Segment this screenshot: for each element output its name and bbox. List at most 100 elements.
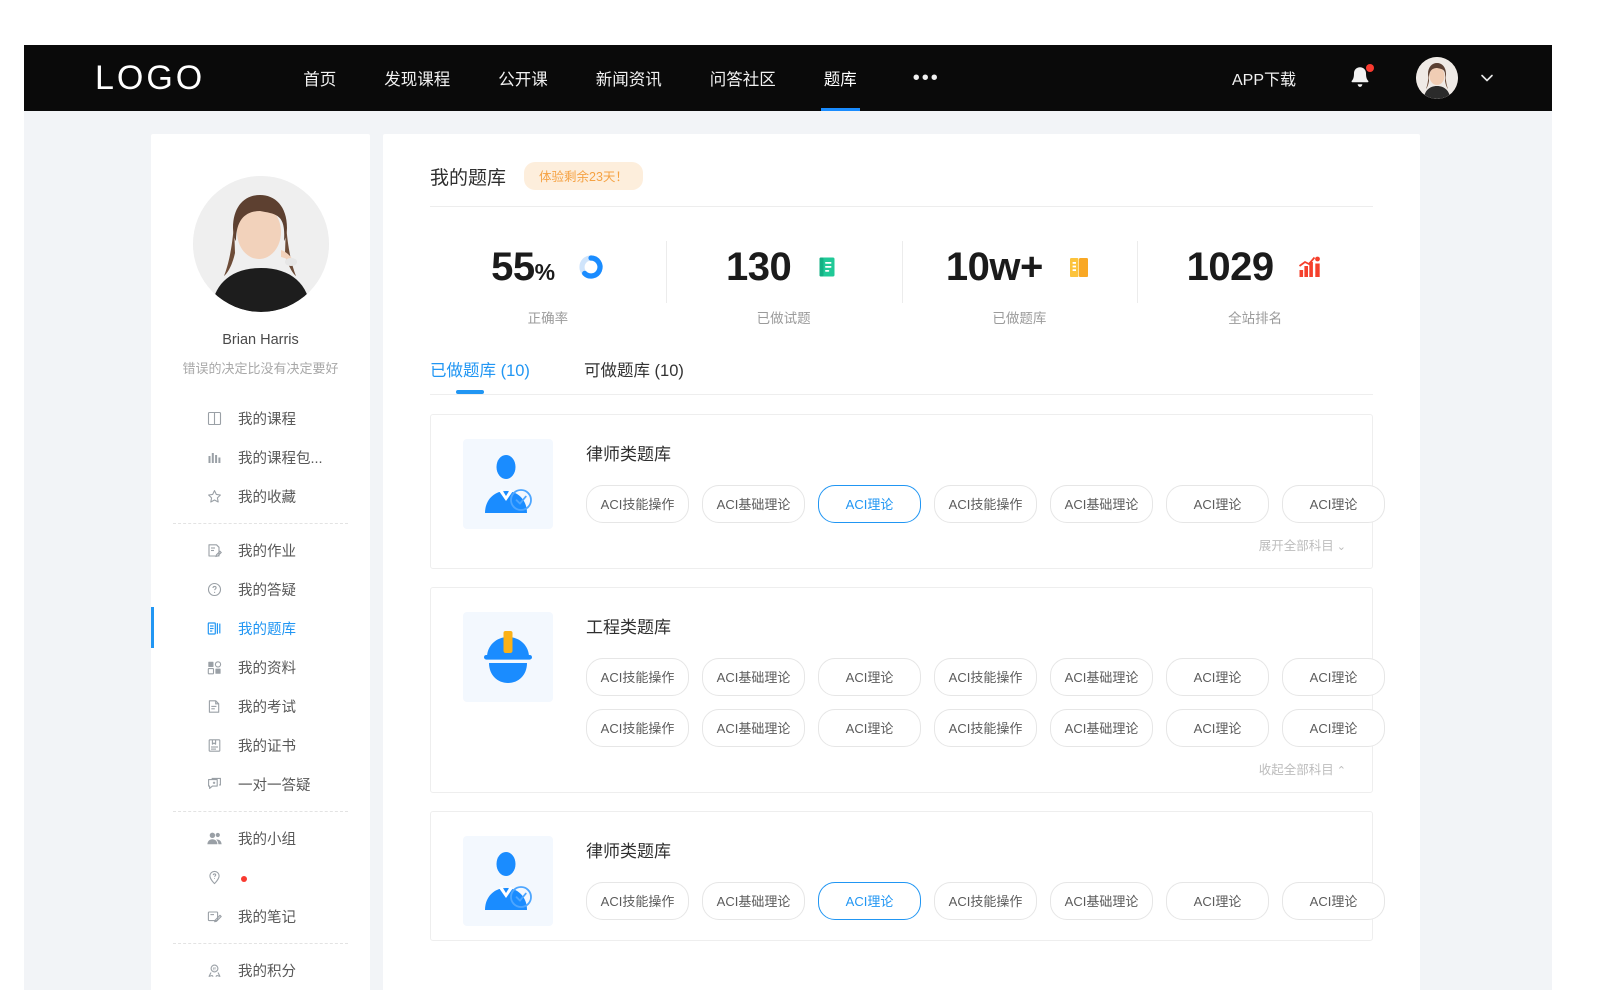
tab-1[interactable]: 已做题库 (10): [430, 357, 530, 394]
subject-tag[interactable]: ACI理论: [1282, 485, 1385, 523]
sidebar-item-6[interactable]: 我的题库: [151, 609, 370, 648]
book-icon: [206, 410, 223, 427]
site-logo[interactable]: LOGO: [95, 59, 205, 98]
nav-more-icon[interactable]: •••: [893, 67, 960, 90]
subject-tag[interactable]: ACI理论: [818, 658, 921, 696]
subject-tag[interactable]: ACI理论: [818, 709, 921, 747]
points-icon: 积: [206, 962, 223, 979]
bar-chart-icon: [206, 449, 223, 466]
sidebar-item-label: 我的收藏: [238, 486, 296, 507]
sidebar-item-13[interactable]: 我的笔记: [151, 897, 370, 936]
subject-tag[interactable]: ACI技能操作: [586, 658, 689, 696]
stat-value: 1029: [1187, 247, 1274, 287]
note-edit-icon: [206, 908, 223, 925]
sidebar-item-label: 我的考试: [238, 696, 296, 717]
files-icon: [206, 659, 223, 676]
subject-tag[interactable]: ACI技能操作: [934, 882, 1037, 920]
sidebar-item-2[interactable]: 我的课程包...: [151, 438, 370, 477]
subject-tag[interactable]: ACI基础理论: [702, 485, 805, 523]
sidebar-item-1[interactable]: 我的课程: [151, 399, 370, 438]
nav-item-5[interactable]: 问答社区: [686, 45, 800, 111]
help-pin-icon: [206, 869, 223, 886]
card-title: 律师类题库: [586, 440, 1348, 465]
top-navigation-bar: LOGO 首页发现课程公开课新闻资讯问答社区题库 ••• APP下载: [24, 45, 1552, 111]
lawyer-avatar-icon: [463, 836, 553, 926]
sidebar-item-5[interactable]: 我的答疑: [151, 570, 370, 609]
subject-tag[interactable]: ACI基础理论: [702, 882, 805, 920]
subject-tag[interactable]: ACI技能操作: [934, 658, 1037, 696]
stat-card-2: 130 已做试题: [666, 229, 902, 345]
subject-tag[interactable]: ACI理论: [818, 882, 921, 920]
sidebar-item-label: 我的题库: [238, 618, 296, 639]
sidebar-item-9[interactable]: 我的证书: [151, 726, 370, 765]
sidebar-item-11[interactable]: 我的小组: [151, 819, 370, 858]
subject-tag[interactable]: ACI技能操作: [586, 485, 689, 523]
main-nav-items: 首页发现课程公开课新闻资讯问答社区题库: [279, 45, 881, 111]
question-bank-card: 律师类题库 ACI技能操作 ACI基础理论 ACI理论 ACI技能操作 ACI基础理论 AC…: [430, 414, 1373, 569]
subject-tag[interactable]: ACI基础理论: [702, 709, 805, 747]
stat-card-4: 1029 全站排名: [1137, 229, 1373, 345]
subject-tag-row: ACI技能操作ACI基础理论ACI理论ACI技能操作ACI基础理论ACI理论AC…: [586, 658, 1348, 696]
nav-item-4[interactable]: 新闻资讯: [572, 45, 686, 111]
sidebar-item-7[interactable]: 我的资料: [151, 648, 370, 687]
sidebar-item-10[interactable]: 一对一答疑: [151, 765, 370, 804]
stat-label: 已做试题: [757, 307, 811, 327]
sidebar-item-14[interactable]: 积我的积分: [151, 951, 370, 990]
sidebar-item-3[interactable]: 我的收藏: [151, 477, 370, 516]
subject-tag[interactable]: ACI理论: [1166, 485, 1269, 523]
subject-tag[interactable]: ACI理论: [1282, 882, 1385, 920]
content-tabs: 已做题库 (10) 可做题库 (10): [430, 357, 1373, 394]
sidebar-item-4[interactable]: 我的作业: [151, 531, 370, 570]
notification-dot: [1366, 64, 1374, 72]
sidebar-menu: 我的课程我的课程包... 我的收藏我的作业我的答疑我的题库我的资料我的考试我的证书…: [151, 399, 370, 990]
subject-tag[interactable]: ACI理论: [1282, 658, 1385, 696]
toggle-all-subjects-link[interactable]: 展开全部科目⌄: [586, 535, 1348, 554]
stat-label: 全站排名: [1228, 307, 1282, 327]
subject-tag[interactable]: ACI理论: [1166, 709, 1269, 747]
subject-tag[interactable]: ACI基础理论: [702, 658, 805, 696]
exam-doc-icon: [206, 698, 223, 715]
stat-value-row: 130: [726, 243, 841, 291]
nav-item-2[interactable]: 发现课程: [360, 45, 474, 111]
tab-2[interactable]: 可做题库 (10): [584, 357, 684, 394]
profile-avatar: [193, 176, 329, 312]
subject-tag[interactable]: ACI基础理论: [1050, 709, 1153, 747]
subject-tag[interactable]: ACI基础理论: [1050, 658, 1153, 696]
profile-name: Brian Harris: [222, 332, 299, 348]
subject-tag[interactable]: ACI理论: [1282, 709, 1385, 747]
toggle-label: 展开全部科目: [1259, 539, 1334, 553]
subject-tag[interactable]: ACI理论: [818, 485, 921, 523]
question-circle-icon: [206, 581, 223, 598]
subject-tag[interactable]: ACI技能操作: [934, 485, 1037, 523]
toggle-all-subjects-link[interactable]: 收起全部科目⌃: [586, 759, 1348, 778]
profile-block: Brian Harris 错误的决定比没有决定要好: [151, 134, 370, 377]
toggle-caret-icon: ⌄: [1337, 541, 1346, 553]
subject-tag[interactable]: ACI技能操作: [586, 709, 689, 747]
stat-value-suffix: %: [535, 247, 555, 287]
sidebar-divider: [173, 943, 348, 944]
subject-tag[interactable]: ACI理论: [1166, 882, 1269, 920]
subject-tag[interactable]: ACI理论: [1166, 658, 1269, 696]
notification-bell-icon[interactable]: [1348, 65, 1372, 91]
nav-item-3[interactable]: 公开课: [474, 45, 572, 111]
nav-item-6[interactable]: 题库: [800, 45, 881, 111]
subject-tag[interactable]: ACI基础理论: [1050, 485, 1153, 523]
sidebar-item-12[interactable]: [151, 858, 370, 897]
profile-motto: 错误的决定比没有决定要好: [182, 358, 338, 377]
sidebar-item-8[interactable]: 我的考试: [151, 687, 370, 726]
group-icon: [206, 830, 223, 847]
sidebar-item-label: 一对一答疑: [238, 774, 311, 795]
stat-value: 130: [726, 247, 791, 287]
chat-bubble-icon: [206, 776, 223, 793]
subject-tag[interactable]: ACI基础理论: [1050, 882, 1153, 920]
subject-tag[interactable]: ACI技能操作: [934, 709, 1037, 747]
user-avatar[interactable]: [1416, 57, 1458, 99]
user-menu-chevron-down-icon[interactable]: [1478, 69, 1496, 87]
app-download-link[interactable]: APP下载: [1232, 66, 1296, 90]
stat-label: 已做题库: [992, 307, 1046, 327]
nav-item-1[interactable]: 首页: [279, 45, 360, 111]
subject-tag[interactable]: ACI技能操作: [586, 882, 689, 920]
subject-tag-row: ACI技能操作ACI基础理论ACI理论ACI技能操作ACI基础理论ACI理论AC…: [586, 882, 1348, 920]
sidebar-item-label: 我的资料: [238, 657, 296, 678]
nav-right-area: APP下载: [1232, 57, 1496, 99]
